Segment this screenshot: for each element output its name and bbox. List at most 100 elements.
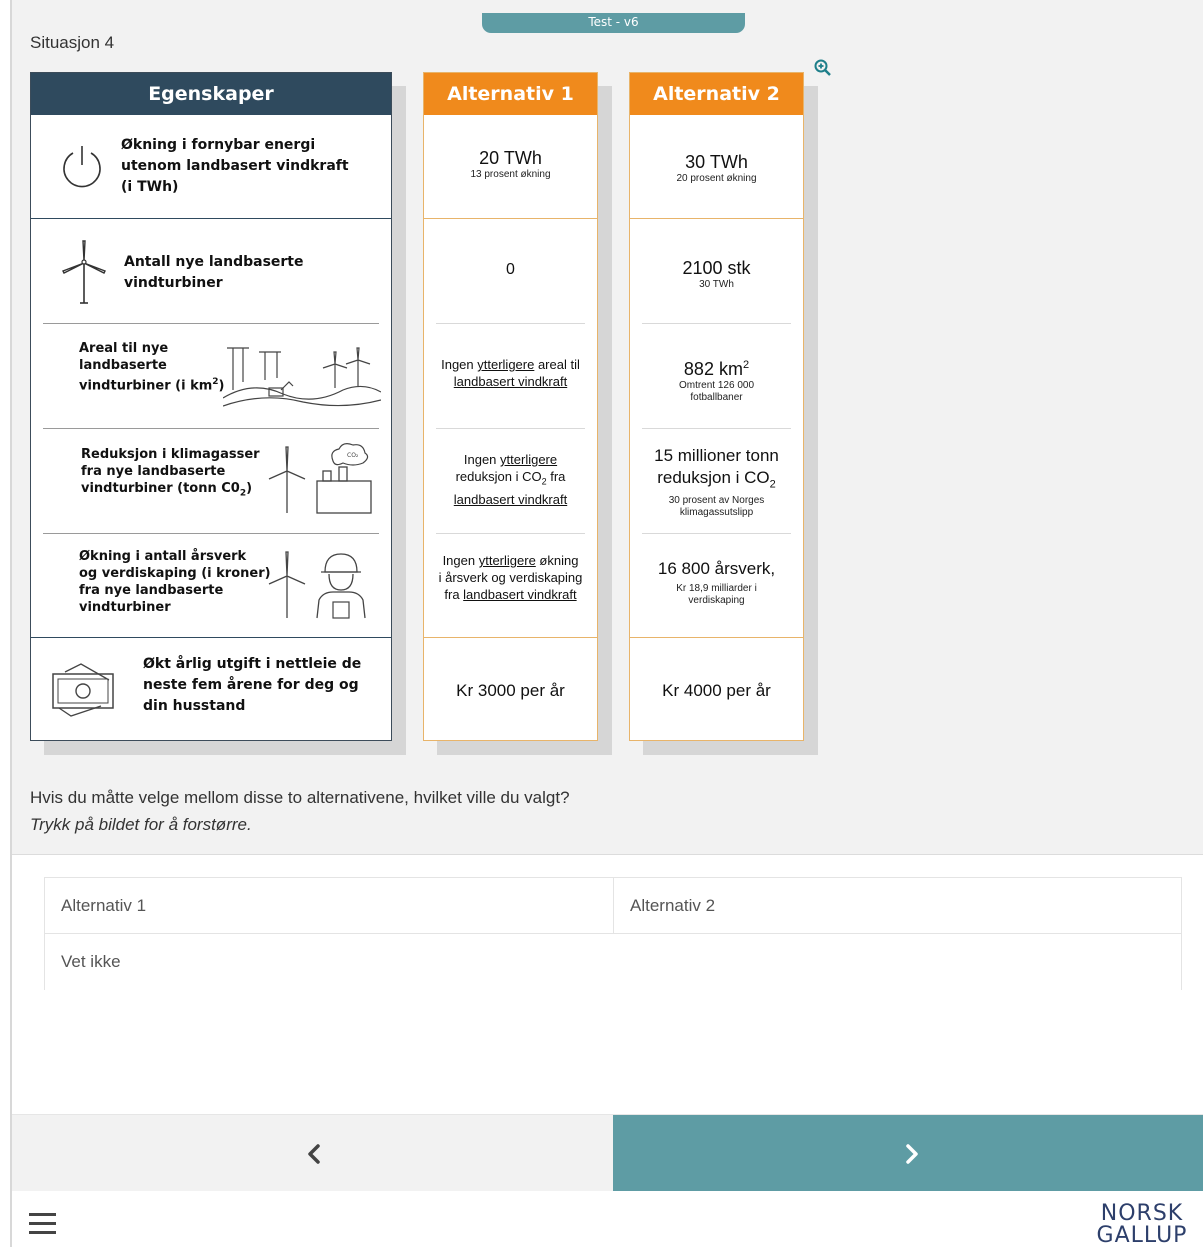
alt2-area-sup: 2 [742, 359, 750, 371]
attr-row-area: Areal til nye landbaserte vindturbiner (… [31, 324, 391, 429]
alt1-area-u1: ytterligere [477, 357, 535, 372]
alt1-row-area: Ingen ytterligere areal til landbasert v… [424, 324, 597, 429]
survey-page: Test - v6 Situasjon 4 Egenskaper Økning … [0, 0, 1203, 1247]
alt1-emissions-line2-end: fra [546, 469, 566, 484]
attr-jobs-line3: fra nye landbaserte [79, 583, 224, 598]
money-icon [52, 663, 114, 717]
alternative-2-card[interactable]: Alternativ 2 30 TWh 20 prosent økning 21… [629, 72, 804, 741]
alt1-emissions-u2: landbasert vindkraft [453, 491, 568, 507]
wind-turbine-icon [62, 240, 106, 304]
alt2-row-emissions: 15 millioner tonn reduksjon i CO2 30 pro… [630, 429, 803, 534]
alt1-row-turbines: 0 [424, 219, 597, 324]
alt2-emissions-co2-sub: 2 [769, 478, 776, 491]
attr-row-jobs: Økning i antall årsverk og verdiskaping … [31, 534, 391, 638]
alt2-emissions-sub1: 30 prosent av Norges [668, 495, 765, 507]
alt2-emissions-main2-line: reduksjon i CO2 [630, 467, 803, 495]
alt1-emissions-line1: Ingen ytterligere [424, 451, 597, 468]
logo-line1: NORSK [1100, 1201, 1184, 1226]
alt2-emissions-sub2: klimagassutslipp [679, 507, 754, 519]
alt2-jobs-cell: 16 800 årsverk, Kr 18,9 milliarder i ver… [630, 558, 803, 607]
alt1-cost-main: Kr 3000 per år [456, 681, 565, 700]
zoom-in-icon[interactable] [813, 58, 833, 78]
alt1-row-renewable: 20 TWh 13 prosent økning [424, 115, 597, 219]
alt1-area-pre: Ingen [441, 357, 478, 372]
navigation-bar [12, 1114, 1203, 1192]
alt1-area-line2: landbasert vindkraft [424, 373, 597, 390]
alternative-1-card[interactable]: Alternativ 1 20 TWh 13 prosent økning 0 … [423, 72, 598, 741]
chevron-left-icon [308, 1144, 320, 1164]
land-area-icon [223, 347, 381, 407]
hamburger-menu-icon[interactable] [29, 1213, 56, 1235]
alt1-area-mid: areal til [534, 357, 580, 372]
version-tab: Test - v6 [482, 13, 745, 33]
alt1-area-line1: Ingen ytterligere areal til [424, 356, 597, 373]
alt2-turbines-main: 2100 stk [682, 258, 751, 278]
situation-label: Situasjon 4 [30, 33, 115, 52]
next-button[interactable] [613, 1115, 1203, 1192]
alt1-jobs-cell: Ingen ytterligere økning i årsverk og ve… [424, 552, 597, 603]
alt1-jobs-u2: landbasert vindkraft [463, 587, 577, 602]
attributes-card[interactable]: Egenskaper Økning i fornybar energi uten… [30, 72, 392, 741]
zoom-hint: Trykk på bildet for å forstørre. [30, 815, 252, 834]
alt2-row-renewable: 30 TWh 20 prosent økning [630, 115, 803, 219]
alt1-jobs-line3-pre: fra [444, 587, 464, 602]
alt2-emissions-cell: 15 millioner tonn reduksjon i CO2 30 pro… [630, 445, 803, 519]
alt2-turbines-sub: 30 TWh [699, 279, 734, 290]
alt1-row-emissions: Ingen ytterligere reduksjon i CO2 fra la… [424, 429, 597, 534]
alt2-area-sub2: fotballbaner [690, 392, 743, 403]
alt2-row-turbines: 2100 stk 30 TWh [630, 219, 803, 324]
attr-area-line2: landbaserte [79, 358, 167, 373]
option-vet-ikke[interactable]: Vet ikke [45, 934, 1181, 990]
alt2-cost-main: Kr 4000 per år [662, 681, 771, 700]
alt1-area-cell: Ingen ytterligere areal til landbasert v… [424, 356, 597, 390]
option-alternativ-2[interactable]: Alternativ 2 [614, 878, 1181, 934]
option-alternativ-1[interactable]: Alternativ 1 [45, 878, 614, 934]
alt1-renewable-main: 20 TWh [479, 148, 542, 168]
alt2-cost-cell: Kr 4000 per år [630, 680, 803, 702]
alt1-turbines-main: 0 [506, 261, 515, 278]
alt1-emissions-line2-text: reduksjon i CO [455, 469, 542, 484]
norsk-gallup-logo: NORSK GALLUP [1092, 1203, 1192, 1247]
alt2-jobs-sub2: verdiskaping [688, 595, 745, 606]
alt2-row-area: 882 km2 Omtrent 126 000 fotballbaner [630, 324, 803, 429]
alt1-row-jobs: Ingen ytterligere økning i årsverk og ve… [424, 534, 597, 638]
attr-area-text: Areal til nye landbaserte vindturbiner (… [79, 340, 229, 394]
alt2-emissions-main2: reduksjon i CO [657, 468, 770, 487]
alt2-renewable-main: 30 TWh [685, 152, 748, 172]
alt2-jobs-main: 16 800 årsverk, [657, 559, 776, 578]
attr-cost-text: Økt årlig utgift i nettleie de neste fem… [143, 656, 362, 714]
alt2-area-main-line: 882 km2 [630, 354, 803, 380]
alt1-emissions-u1: ytterligere [500, 452, 558, 467]
attr-area-line3: vindturbiner (i km2) [79, 374, 229, 394]
attr-emissions-line3: vindturbiner (tonn C02) [81, 480, 271, 503]
alt1-emissions-line3: landbasert vindkraft [424, 491, 597, 508]
attr-row-cost: Økt årlig utgift i nettleie de neste fem… [31, 638, 391, 742]
previous-button[interactable] [12, 1115, 613, 1192]
alt1-jobs-line1: Ingen ytterligere økning [424, 552, 597, 569]
attr-jobs-line1: Økning i antall årsverk [79, 549, 247, 564]
attributes-header: Egenskaper [31, 73, 391, 115]
alt2-renewable-cell: 30 TWh 20 prosent økning [630, 151, 803, 185]
alt2-area-sub1: Omtrent 126 000 [678, 380, 755, 391]
alt1-renewable-sub: 13 prosent økning [470, 169, 551, 180]
attr-emissions-end: ) [246, 481, 253, 496]
power-icon [63, 146, 101, 188]
attr-jobs-line4: vindturbiner [79, 600, 171, 615]
alt1-turbines-cell: 0 [424, 259, 597, 281]
alt1-jobs-mid: økning [535, 553, 579, 568]
attr-row-renewable: Økning i fornybar energi utenom landbase… [31, 115, 391, 219]
left-border [0, 0, 12, 1247]
question-text: Hvis du måtte velge mellom disse to alte… [30, 788, 570, 807]
alt1-emissions-pre: Ingen [463, 452, 501, 467]
alt2-emissions-main1: 15 millioner tonn [654, 446, 779, 465]
attr-row-emissions: Reduksjon i klimagasser fra nye landbase… [31, 429, 391, 534]
footer: NORSK GALLUP [12, 1191, 1203, 1247]
attr-area-line1: Areal til nye [79, 341, 169, 356]
alt2-row-cost: Kr 4000 per år [630, 638, 803, 742]
attr-emissions-line1: Reduksjon i klimagasser [81, 447, 260, 462]
attr-renewable-text: Økning i fornybar energi utenom landbase… [121, 137, 349, 195]
alt2-header: Alternativ 2 [630, 73, 803, 115]
attr-emissions-line3-text: vindturbiner (tonn C0 [81, 481, 240, 496]
chevron-right-icon [906, 1144, 918, 1164]
turbine-factory-icon: CO₂ [268, 443, 372, 514]
